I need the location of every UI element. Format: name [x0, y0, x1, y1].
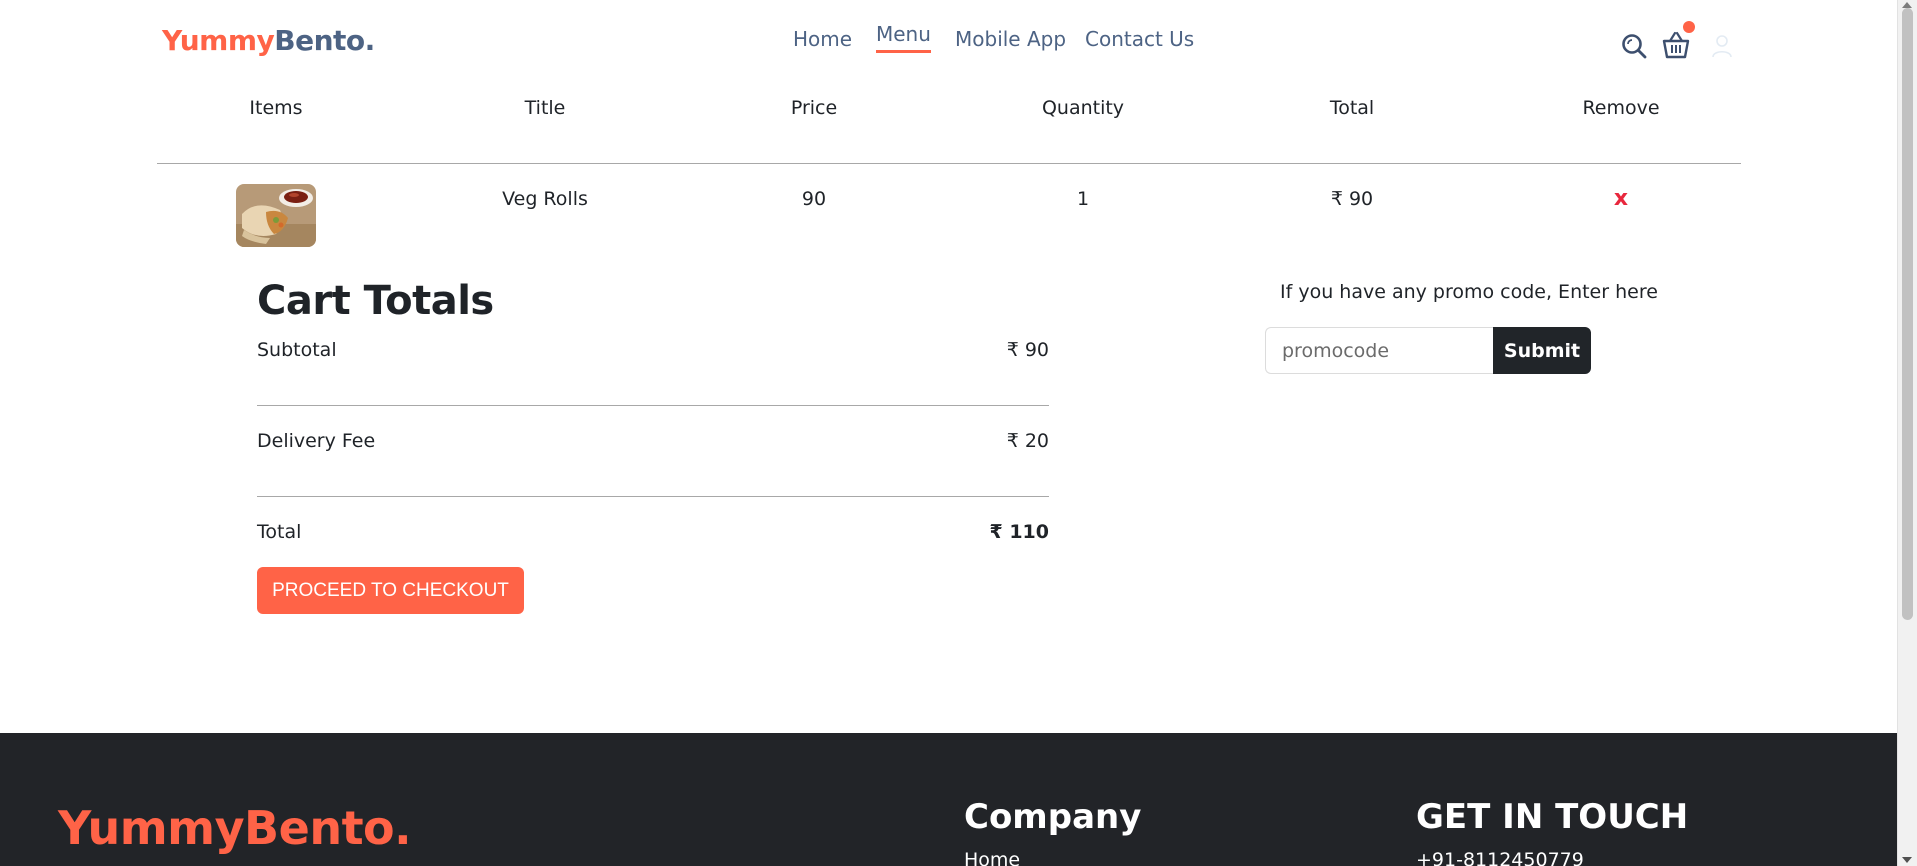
- nav-item-menu[interactable]: Menu: [876, 22, 931, 53]
- nav-item-contact-us[interactable]: Contact Us: [1085, 27, 1194, 51]
- subtotal-value: ₹ 90: [1006, 339, 1049, 361]
- item-quantity: 1: [1076, 188, 1090, 210]
- totals-divider: [257, 496, 1049, 497]
- nav-item-mobile-app[interactable]: Mobile App: [955, 27, 1066, 51]
- search-icon[interactable]: [1621, 33, 1647, 59]
- footer-phone[interactable]: +91-8112450779: [1416, 849, 1584, 866]
- promo-form: Submit: [1265, 327, 1591, 374]
- item-total: ₹ 90: [1330, 188, 1374, 210]
- item-title: Veg Rolls: [502, 188, 588, 210]
- cart-notification-dot: [1683, 21, 1695, 33]
- page: YummyBento. Home Menu Mobile App Contact…: [0, 0, 1897, 866]
- total-value: ₹ 110: [989, 521, 1050, 543]
- remove-item-button[interactable]: x: [1614, 186, 1628, 211]
- footer-logo: YummyBento.: [58, 801, 412, 855]
- footer: YummyBento. Company Home GET IN TOUCH +9…: [0, 733, 1897, 866]
- delivery-fee-value: ₹ 20: [1006, 430, 1049, 452]
- main-nav: Home Menu Mobile App Contact Us: [0, 22, 1897, 55]
- promo-code-input[interactable]: [1265, 327, 1494, 374]
- subtotal-label: Subtotal: [257, 339, 337, 361]
- vertical-scrollbar[interactable]: [1897, 0, 1917, 866]
- promo-submit-button[interactable]: Submit: [1493, 327, 1591, 374]
- item-thumbnail: [236, 184, 316, 247]
- delivery-fee-label: Delivery Fee: [257, 430, 376, 452]
- totals-divider: [257, 405, 1049, 406]
- table-divider: [157, 163, 1741, 164]
- nav-item-home[interactable]: Home: [793, 27, 852, 51]
- scroll-down-arrow-icon[interactable]: [1902, 857, 1912, 863]
- footer-link-home[interactable]: Home: [964, 849, 1020, 866]
- proceed-to-checkout-button[interactable]: PROCEED TO CHECKOUT: [257, 567, 524, 614]
- column-header-items: Items: [249, 97, 303, 119]
- basket-icon[interactable]: [1661, 30, 1691, 60]
- scrollbar-thumb[interactable]: [1902, 8, 1913, 620]
- column-header-quantity: Quantity: [1041, 97, 1125, 119]
- column-header-remove: Remove: [1582, 97, 1660, 119]
- cart-totals-title: Cart Totals: [257, 278, 494, 324]
- footer-contact-heading: GET IN TOUCH: [1416, 797, 1689, 837]
- column-header-total: Total: [1329, 97, 1375, 119]
- column-header-title: Title: [524, 97, 566, 119]
- item-price: 90: [801, 188, 827, 210]
- footer-company-heading: Company: [964, 797, 1142, 837]
- total-label: Total: [257, 521, 302, 543]
- user-icon[interactable]: [1711, 34, 1733, 58]
- promo-prompt: If you have any promo code, Enter here: [1280, 281, 1658, 303]
- column-header-price: Price: [790, 97, 838, 119]
